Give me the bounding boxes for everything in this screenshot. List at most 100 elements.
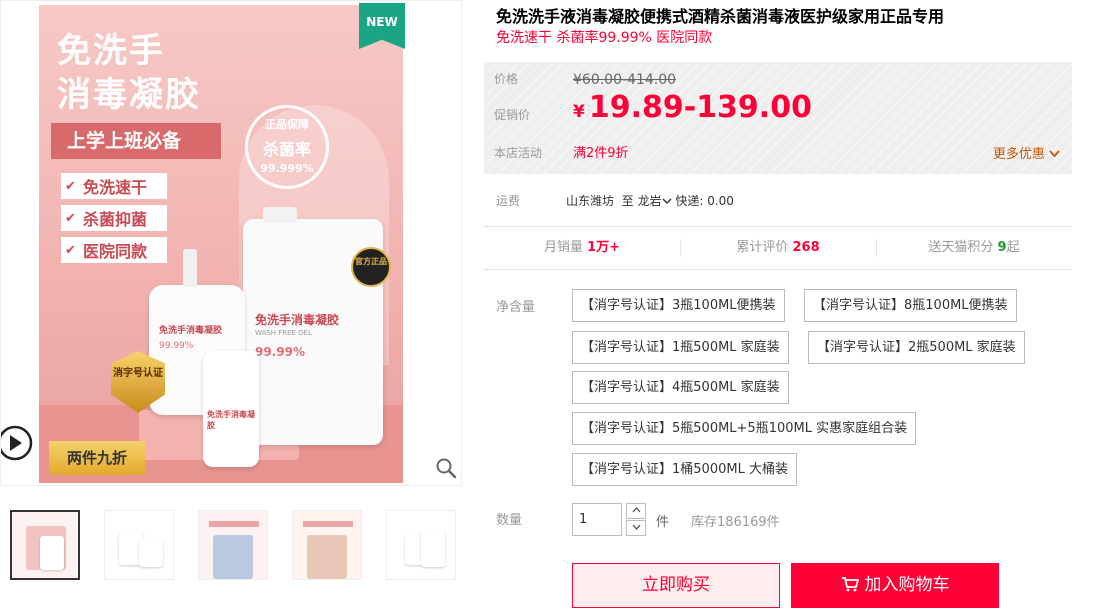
product-title: 免洗洗手液消毒凝胶便携式酒精杀菌消毒液医护级家用正品专用 [496,7,945,26]
ship-from: 山东潍坊 [566,194,615,208]
quantity-increase-button[interactable] [626,503,646,519]
shipping-label: 运费 [496,194,521,208]
promo-price-label: 促销价 [494,108,531,122]
spec-option[interactable]: 【消字号认证】1瓶500ML 家庭装 [572,331,789,364]
bottle-label: 免洗手消毒凝胶 [255,313,340,327]
thumbnail[interactable] [386,510,456,580]
shipping-info: 山东潍坊 至 龙岩 快递: 0.00 [566,192,734,209]
monthly-sales-value: 1万+ [587,240,621,255]
promo-badge: 两件九折 [49,441,145,475]
reviews-value: 268 [792,240,820,255]
bottle-cap [263,207,297,223]
play-icon [1,425,33,461]
total-reviews[interactable]: 累计评价 268 [680,227,876,269]
official-badge: 官方正品 [351,247,391,287]
ship-to-prefix: 至 [621,194,634,208]
buy-now-button[interactable]: 立即购买 [572,563,780,608]
original-price-label: 价格 [494,72,519,86]
promo-price-value: 19.89-139.00 [588,90,812,125]
zoom-button[interactable] [435,457,457,479]
spec-option[interactable]: 【消字号认证】5瓶500ML+5瓶100ML 实惠家庭组合装 [572,412,917,445]
more-deals-text: 更多优惠 [992,147,1045,162]
quality-seal: 正品保障 杀菌率 99.999% [245,105,329,189]
bottle-label: 免洗手消毒凝胶 [159,326,223,336]
thumb-bottle [421,529,445,567]
play-video-button[interactable] [1,425,33,461]
more-deals-link[interactable]: 更多优惠 [993,143,1060,162]
thumb-bottle [139,539,163,567]
poster-feature-text: 医院同款 [83,242,148,261]
poster-title: 免洗手 消毒凝胶 [57,29,201,117]
thumb-art [209,521,259,527]
thumbnail[interactable] [10,510,80,580]
seal-bottom-text: 99.999% [260,162,314,175]
reviews-label: 累计评价 [736,240,789,255]
small-bottle-image: 免洗手消毒凝胶 [203,351,259,467]
thumbnail-strip [10,510,480,582]
chevron-down-icon [661,198,672,205]
stock-count: 库存186169件 [691,515,780,530]
bottle-label-en: WASH FREE GEL [255,329,312,337]
spec-option[interactable]: 【消字号认证】3瓶100ML便携装 [572,289,785,322]
monthly-sales-label: 月销量 [543,240,583,255]
poster-feature-text: 杀菌抑菌 [83,210,148,229]
chevron-up-icon [632,507,640,513]
chevron-down-icon [1049,150,1060,158]
spec-option[interactable]: 【消字号认证】1桶5000ML 大桶装 [572,453,797,486]
quantity-decrease-button[interactable] [626,520,646,536]
quantity-unit: 件 [656,515,670,530]
quantity-label: 数量 [496,513,523,528]
ship-to: 龙岩 [637,194,662,208]
product-poster: 免洗手 消毒凝胶 上学上班必备 ✔ 免洗速干 ✔ 杀菌抑菌 ✔ 医院同款 正品保障 杀… [39,5,403,483]
store-activity: 满2件9折 [573,146,629,161]
product-gallery: 免洗手 消毒凝胶 上学上班必备 ✔ 免洗速干 ✔ 杀菌抑菌 ✔ 医院同款 正品保障 杀… [0,0,462,616]
product-subtitle: 免洗速干 杀菌率99.99% 医院同款 [496,30,713,46]
product-page: 免洗手 消毒凝胶 上学上班必备 ✔ 免洗速干 ✔ 杀菌抑菌 ✔ 医院同款 正品保障 杀… [0,0,1096,616]
spec-option[interactable]: 【消字号认证】4瓶500ML 家庭装 [572,371,789,404]
poster-banner: 上学上班必备 [51,123,221,159]
spec-label: 净含量 [496,300,536,315]
currency-symbol: ¥ [573,102,585,122]
thumb-art [213,535,253,579]
bottle-rate: 99.99% [255,345,305,359]
check-icon: ✔ [65,242,76,258]
poster-title-line2: 消毒凝胶 [57,75,201,115]
magnifier-icon [436,458,457,479]
poster-feature: ✔ 医院同款 [61,237,167,263]
poster-feature-text: 免洗速干 [83,178,148,197]
original-price: ¥60.00-414.00 [573,72,677,88]
bottle-rate: 99.99% [159,341,194,351]
poster-title-line1: 免洗手 [57,31,165,71]
chevron-down-icon [632,524,640,530]
shipping-fee: 快递: 0.00 [675,194,734,208]
main-product-image[interactable]: 免洗手 消毒凝胶 上学上班必备 ✔ 免洗速干 ✔ 杀菌抑菌 ✔ 医院同款 正品保障 杀… [0,0,462,486]
poster-features: ✔ 免洗速干 ✔ 杀菌抑菌 ✔ 医院同款 [61,173,167,269]
seal-top-text: 正品保障 [265,118,309,131]
product-info: 免洗洗手液消毒凝胶便携式酒精杀菌消毒液医护级家用正品专用 免洗速干 杀菌率99.… [484,0,1074,616]
monthly-sales: 月销量 1万+ [484,227,680,269]
poster-feature: ✔ 杀菌抑菌 [61,205,167,231]
points-suffix: 起 [1006,240,1020,255]
cart-icon [841,576,859,591]
points-value: 9 [997,240,1007,255]
thumbnail[interactable] [292,510,362,580]
thumbnail[interactable] [198,510,268,580]
bottle-label: 免洗手消毒凝胶 [207,410,255,430]
promo-price: ¥19.89-139.00 [573,90,812,125]
add-to-cart-label: 加入购物车 [864,575,950,595]
thumb-bottle [40,536,64,570]
spec-option[interactable]: 【消字号认证】2瓶500ML 家庭装 [808,331,1025,364]
poster-feature: ✔ 免洗速干 [61,173,167,199]
spec-option[interactable]: 【消字号认证】8瓶100ML便携装 [804,289,1017,322]
points-label: 送天猫积分 [928,240,994,255]
quantity-input[interactable] [572,503,622,536]
check-icon: ✔ [65,178,76,194]
seal-mid-text: 杀菌率 [262,140,311,159]
thumbnail[interactable] [104,510,174,580]
thumb-art [307,535,347,579]
check-icon: ✔ [65,210,76,226]
bottle-pump [183,249,197,287]
destination-selector[interactable]: 龙岩 [638,194,672,208]
add-to-cart-button[interactable]: 加入购物车 [791,563,999,608]
sales-stats: 月销量 1万+ 累计评价 268 送天猫积分 9起 [484,226,1072,270]
